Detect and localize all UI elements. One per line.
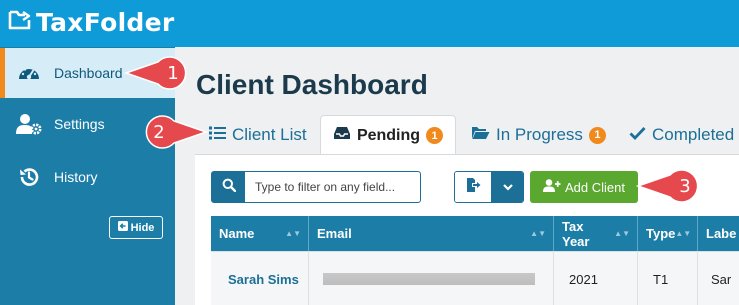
inbox-icon: [333, 126, 351, 145]
search-button[interactable]: [212, 172, 245, 202]
hide-sidebar-button[interactable]: Hide: [109, 216, 163, 239]
cell-name[interactable]: Sarah Sims: [211, 252, 309, 305]
callout-number: 1: [167, 62, 179, 84]
arrow-left-square-icon: [117, 221, 128, 234]
sort-icon: ▲▼: [530, 229, 546, 238]
add-client-button[interactable]: Add Client: [530, 171, 638, 203]
tab-label: In Progress: [496, 125, 583, 144]
sidebar-item-label: Dashboard: [54, 65, 123, 81]
cell-type: T1: [638, 252, 698, 305]
history-icon: [16, 166, 42, 188]
page-title: Client Dashboard: [196, 69, 428, 100]
sort-icon: ▲▼: [614, 229, 630, 238]
search-input[interactable]: [245, 172, 420, 202]
hide-label: Hide: [130, 221, 155, 234]
sidebar-item-history[interactable]: History: [0, 152, 175, 202]
sort-icon: ▲▼: [285, 229, 301, 238]
column-header-name[interactable]: Name ▲▼: [211, 216, 309, 251]
tab-label: Client List: [232, 125, 307, 144]
tab-client-list[interactable]: Client List: [209, 115, 307, 155]
column-header-tax-year[interactable]: Tax Year ▲▼: [554, 216, 638, 251]
column-header-type[interactable]: Type ▲▼: [638, 216, 698, 251]
callout-number: 2: [153, 121, 165, 143]
cell-tax-year: 2021: [554, 252, 638, 305]
export-dropdown-button[interactable]: [492, 172, 523, 202]
export-button-group: [454, 171, 524, 203]
chevron-down-icon: [502, 178, 513, 196]
dashboard-gauge-icon: [16, 62, 42, 84]
tab-completed[interactable]: Completed: [629, 115, 734, 155]
user-plus-icon: [543, 179, 561, 195]
sidebar-item-label: History: [54, 169, 98, 185]
in-progress-count-badge: 1: [588, 126, 606, 144]
callout-marker-1: 1: [124, 55, 190, 91]
column-header-email[interactable]: Email ▲▼: [309, 216, 554, 251]
search-icon: [222, 178, 236, 197]
cell-email: [309, 252, 554, 305]
table-header: Name ▲▼ Email ▲▼ Tax Year ▲▼ Type ▲▼ Labe: [211, 216, 739, 251]
search-group: [211, 171, 421, 203]
tab-pending[interactable]: Pending 1: [320, 115, 456, 155]
column-header-label[interactable]: Labe: [698, 216, 739, 251]
app-logo[interactable]: TaxFolder: [8, 8, 175, 37]
cell-label: Sar: [711, 271, 732, 287]
add-client-label: Add Client: [565, 179, 625, 195]
folder-open-icon: [471, 125, 490, 145]
user-gear-icon: [16, 113, 42, 135]
callout-marker-3: 3: [636, 168, 702, 204]
tab-in-progress[interactable]: In Progress 1: [471, 115, 606, 155]
app-name: TaxFolder: [36, 8, 175, 37]
table-row[interactable]: Sarah Sims 2021 T1 Sar: [211, 251, 739, 305]
tab-label: Pending: [356, 126, 421, 144]
sort-icon: ▲▼: [675, 229, 692, 238]
export-button[interactable]: [455, 172, 492, 202]
clients-table: Name ▲▼ Email ▲▼ Tax Year ▲▼ Type ▲▼ Labe Sa…: [211, 216, 739, 305]
redacted-email: [323, 273, 535, 285]
top-bar: TaxFolder: [0, 0, 739, 47]
export-file-icon: [465, 177, 481, 198]
folder-logo-icon: [8, 9, 32, 36]
check-icon: [629, 125, 646, 145]
callout-marker-2: 2: [138, 114, 208, 150]
sidebar-item-label: Settings: [54, 116, 105, 132]
callout-number: 3: [679, 175, 691, 197]
tab-label: Completed: [652, 125, 735, 144]
pending-count-badge: 1: [426, 127, 444, 144]
list-icon: [209, 125, 226, 145]
